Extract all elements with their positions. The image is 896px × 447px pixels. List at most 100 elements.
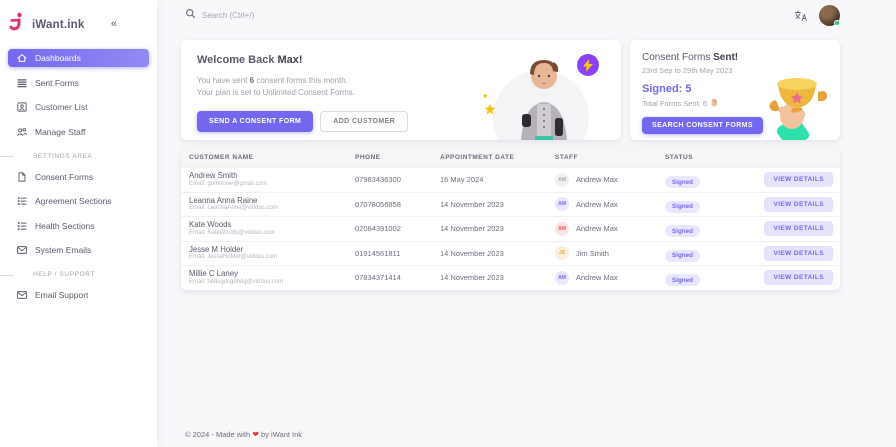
appointment-date: 14 November 2023 [432, 224, 547, 233]
sidebar-nav: Dashboards Sent Forms Customer List Mana… [0, 47, 157, 313]
sidebar-item-label: Sent Forms [35, 78, 79, 88]
view-details-button[interactable]: VIEW DETAILS [764, 197, 833, 212]
heart-icon: ❤ [252, 430, 259, 439]
view-details-button[interactable]: VIEW DETAILS [764, 221, 833, 236]
status-badge: Signed [665, 201, 700, 213]
envelope-icon [15, 244, 28, 257]
brand-logo-icon [8, 12, 26, 37]
users-icon [15, 125, 28, 138]
brand-title: iWant.ink [32, 19, 84, 31]
user-avatar[interactable] [819, 5, 840, 26]
status-badge: Signed [665, 225, 700, 237]
staff-avatar: AM [555, 173, 569, 187]
customer-email: Email: gomrlowe@gmail.com [189, 181, 347, 189]
send-consent-form-button[interactable]: SEND A CONSENT FORM [197, 111, 313, 132]
online-status-dot [834, 20, 840, 26]
sidebar-item-health-sections[interactable]: Health Sections [8, 217, 149, 235]
sidebar-item-sent-forms[interactable]: Sent Forms [8, 74, 149, 92]
staff-avatar: AM [555, 271, 569, 285]
staff-name: Andrew Max [576, 273, 618, 282]
stars-icon [481, 92, 499, 120]
sidebar-item-manage-staff[interactable]: Manage Staff [8, 123, 149, 141]
column-header: STAFF [547, 154, 657, 161]
home-icon [15, 52, 28, 65]
search-icon [185, 6, 196, 24]
view-details-button[interactable]: VIEW DETAILS [764, 246, 833, 261]
customer-phone: 01914561811 [347, 249, 432, 258]
customer-email: Email: KateWoods@viddus.com [189, 230, 347, 238]
column-header: PHONE [347, 154, 432, 161]
column-header: CUSTOMER NAME [181, 154, 347, 161]
table-row: Leanna Anna Raine Email: LeannaAnna@vidd… [181, 192, 840, 217]
appointment-date: 16 May 2024 [432, 175, 547, 184]
sidebar-item-label: Customer List [35, 102, 87, 112]
trophy-illustration [762, 62, 836, 140]
list-icon [15, 195, 28, 208]
sidebar-item-customer-list[interactable]: Customer List [8, 98, 149, 116]
sidebar-item-label: System Emails [35, 245, 91, 255]
search-input[interactable] [202, 11, 402, 20]
customer-phone: 07834371414 [347, 273, 432, 282]
brand[interactable]: iWant.ink « [0, 8, 127, 47]
sidebar-item-label: Agreement Sections [35, 196, 112, 206]
appointment-date: 14 November 2023 [432, 273, 547, 282]
sidebar-item-label: Email Support [35, 290, 88, 300]
search-consent-forms-button[interactable]: SEARCH CONSENT FORMS [642, 117, 763, 134]
global-search[interactable] [185, 6, 794, 24]
sidebar-item-label: Health Sections [35, 221, 95, 231]
customer-name: Jesse M Holder [189, 245, 347, 255]
status-badge: Signed [665, 250, 700, 262]
main-content: Welcome Back Max! You have sent 6 consen… [157, 30, 896, 447]
view-details-button[interactable]: VIEW DETAILS [764, 172, 833, 187]
add-customer-button[interactable]: ADD CUSTOMER [320, 111, 408, 132]
sidebar-item-agreement-sections[interactable]: Agreement Sections [8, 192, 149, 210]
customer-name: Kate Woods [189, 220, 347, 230]
customer-name: Andrew Smith [189, 171, 347, 181]
staff-avatar: AM [555, 197, 569, 211]
customer-phone: 02084391002 [347, 224, 432, 233]
collapse-sidebar-icon[interactable]: « [111, 19, 117, 30]
raised-hand-icon [710, 98, 718, 109]
envelope-icon [15, 289, 28, 302]
table-row: Millie C Laney Email: hedsgdsgdhdg@viddu… [181, 265, 840, 290]
man-character-illustration [513, 52, 575, 140]
sidebar-item-label: Consent Forms [35, 172, 93, 182]
table-row: Kate Woods Email: KateWoods@viddus.com 0… [181, 216, 840, 241]
sidebar: iWant.ink « Dashboards Sent Forms Custom… [0, 0, 157, 447]
welcome-illustration [447, 40, 607, 140]
appointment-date: 14 November 2023 [432, 249, 547, 258]
sidebar-item-system-emails[interactable]: System Emails [8, 241, 149, 259]
id-card-icon [15, 101, 28, 114]
topbar-actions [794, 5, 840, 26]
staff-name: Jim Smith [576, 249, 609, 258]
lightning-badge-icon [577, 54, 599, 76]
customer-name: Millie C Laney [189, 269, 347, 279]
language-translate-icon[interactable] [794, 9, 808, 21]
table-row: Jesse M Holder Email: JesseHolder@viddus… [181, 241, 840, 266]
staff-name: Andrew Max [576, 175, 618, 184]
sidebar-item-email-support[interactable]: Email Support [8, 286, 149, 304]
customer-phone: 07983436300 [347, 175, 432, 184]
sidebar-item-label: Dashboards [35, 53, 81, 63]
customer-email: Email: LeannaAnna@viddus.com [189, 205, 347, 213]
sidebar-item-dashboards[interactable]: Dashboards [8, 49, 149, 67]
list-icon [15, 219, 28, 232]
customer-name: Leanna Anna Raine [189, 196, 347, 206]
table-header-row: CUSTOMER NAME PHONE APPOINTMENT DATE STA… [181, 148, 840, 167]
sidebar-item-consent-forms[interactable]: Consent Forms [8, 168, 149, 186]
status-badge: Signed [665, 274, 700, 286]
appointment-date: 14 November 2023 [432, 200, 547, 209]
column-header: APPOINTMENT DATE [432, 154, 547, 161]
status-badge: Signed [665, 176, 700, 188]
welcome-card: Welcome Back Max! You have sent 6 consen… [181, 40, 621, 140]
consent-forms-card: Consent Forms Sent! 23rd Sep to 29th May… [630, 40, 840, 140]
view-details-button[interactable]: VIEW DETAILS [764, 270, 833, 285]
document-icon [15, 170, 28, 183]
staff-name: Andrew Max [576, 224, 618, 233]
section-label-help: HELP / SUPPORT [8, 271, 149, 278]
section-label-settings: SETTINGS AREA [8, 153, 149, 160]
customer-email: Email: hedsgdsgdhdg@viddus.com [189, 279, 347, 287]
table-row: Andrew Smith Email: gomrlowe@gmail.com 0… [181, 167, 840, 192]
consent-forms-table: CUSTOMER NAME PHONE APPOINTMENT DATE STA… [181, 148, 840, 290]
customer-phone: 07078056858 [347, 200, 432, 209]
